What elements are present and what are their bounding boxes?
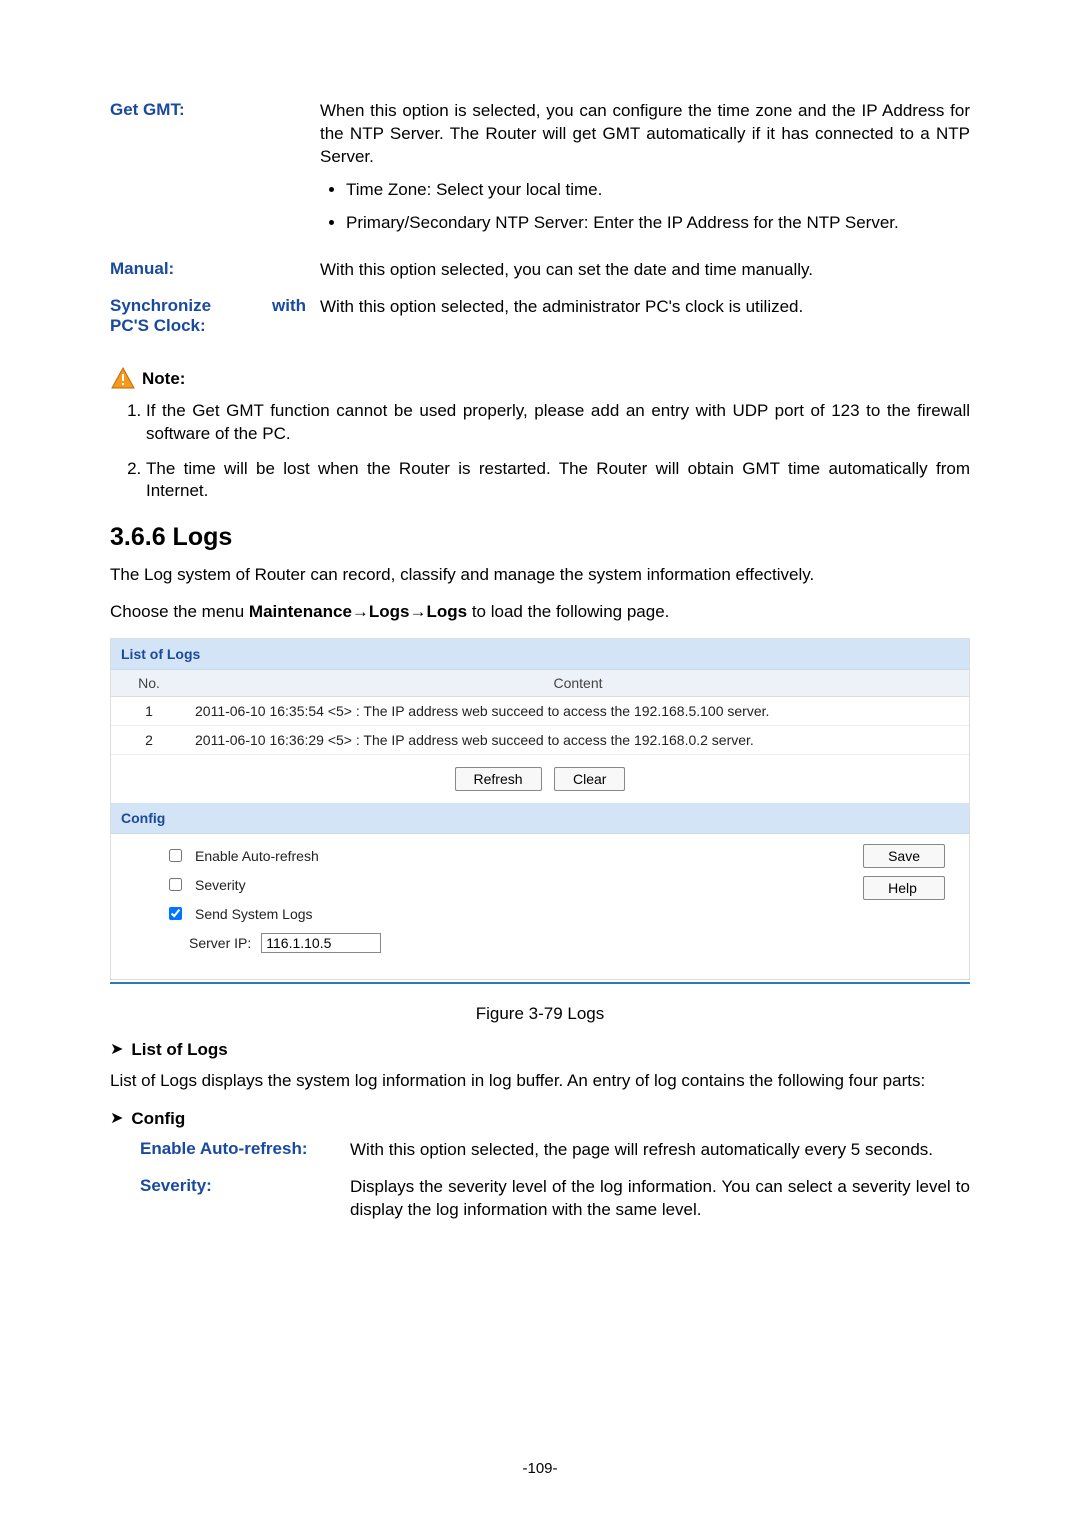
note-item-1: If the Get GMT function cannot be used p…	[146, 400, 970, 446]
get-gmt-body: When this option is selected, you can co…	[320, 100, 970, 245]
severity-def-body: Displays the severity level of the log i…	[350, 1176, 970, 1222]
panel-bottom-rule	[110, 982, 970, 984]
definition-get-gmt: Get GMT: When this option is selected, y…	[110, 100, 970, 245]
send-system-logs-label: Send System Logs	[195, 906, 313, 922]
table-row: 2 2011-06-10 16:36:29 <5> : The IP addre…	[111, 726, 969, 755]
chevron-right-icon: ➤	[110, 1108, 123, 1128]
list-of-logs-bar: List of Logs	[111, 639, 969, 670]
help-button[interactable]: Help	[863, 876, 945, 900]
sync-body: With this option selected, the administr…	[320, 296, 970, 336]
intro2-prefix: Choose the menu	[110, 602, 249, 621]
warning-icon	[110, 366, 136, 392]
enable-auto-refresh-label: Enable Auto-refresh	[195, 848, 319, 864]
sync-label-c: PC'S Clock:	[110, 316, 206, 335]
severity-label: Severity	[195, 877, 246, 893]
auto-refresh-body: With this option selected, the page will…	[350, 1139, 970, 1162]
sync-label-b: with	[272, 296, 306, 315]
logs-panel: List of Logs No. Content 1 2011-06-10 16…	[110, 638, 970, 980]
row-2-no: 2	[111, 726, 187, 755]
row-1-no: 1	[111, 697, 187, 726]
definition-sync: Synchronize PC'S Clock: with With this o…	[110, 296, 970, 336]
auto-refresh-label: Enable Auto-refresh:	[140, 1139, 350, 1162]
figure-caption: Figure 3-79 Logs	[110, 1004, 970, 1024]
config-bar: Config	[111, 803, 969, 834]
note-item-2: The time will be lost when the Router is…	[146, 458, 970, 504]
chevron-right-icon: ➤	[110, 1039, 123, 1059]
chevron-list-of-logs: ➤ List of Logs	[110, 1040, 970, 1060]
save-button[interactable]: Save	[863, 844, 945, 868]
sync-label: Synchronize PC'S Clock: with	[110, 296, 320, 336]
list-of-logs-body: List of Logs displays the system log inf…	[110, 1070, 970, 1093]
intro2-suffix: to load the following page.	[467, 602, 669, 621]
section-heading-logs: 3.6.6 Logs	[110, 523, 970, 552]
server-ip-label: Server IP:	[189, 935, 251, 951]
manual-label: Manual:	[110, 259, 320, 282]
row-1-content: 2011-06-10 16:35:54 <5> : The IP address…	[187, 697, 969, 726]
clear-button[interactable]: Clear	[554, 767, 625, 791]
logs-button-row: Refresh Clear	[111, 755, 969, 803]
note-block: Note: If the Get GMT function cannot be …	[110, 366, 970, 504]
get-gmt-body-text: When this option is selected, you can co…	[320, 100, 970, 169]
note-list: If the Get GMT function cannot be used p…	[110, 400, 970, 504]
get-gmt-label: Get GMT:	[110, 100, 320, 245]
severity-checkbox[interactable]	[169, 878, 182, 891]
enable-auto-refresh-checkbox[interactable]	[169, 849, 182, 862]
config-heading: Config	[131, 1109, 185, 1129]
sync-label-a: Synchronize	[110, 296, 211, 315]
logs-table: No. Content 1 2011-06-10 16:35:54 <5> : …	[111, 670, 969, 755]
chevron-config: ➤ Config	[110, 1109, 970, 1129]
row-2-content: 2011-06-10 16:36:29 <5> : The IP address…	[187, 726, 969, 755]
page-number: -109-	[0, 1460, 1080, 1477]
table-row: 1 2011-06-10 16:35:54 <5> : The IP addre…	[111, 697, 969, 726]
list-of-logs-heading: List of Logs	[131, 1040, 227, 1060]
severity-def-label: Severity:	[140, 1176, 350, 1222]
definition-auto-refresh: Enable Auto-refresh: With this option se…	[110, 1139, 970, 1162]
logs-intro-1: The Log system of Router can record, cla…	[110, 564, 970, 587]
col-content-header: Content	[187, 670, 969, 697]
server-ip-input[interactable]	[261, 933, 381, 953]
manual-body: With this option selected, you can set t…	[320, 259, 970, 282]
get-gmt-bullet-1: Time Zone: Select your local time.	[346, 179, 970, 202]
col-no-header: No.	[111, 670, 187, 697]
config-body: Save Help Enable Auto-refresh Severity S…	[111, 834, 969, 979]
send-system-logs-checkbox[interactable]	[169, 907, 182, 920]
definition-severity: Severity: Displays the severity level of…	[110, 1176, 970, 1222]
note-title: Note:	[142, 369, 185, 389]
get-gmt-bullets: Time Zone: Select your local time. Prima…	[320, 179, 970, 235]
get-gmt-bullet-2: Primary/Secondary NTP Server: Enter the …	[346, 212, 970, 235]
intro2-bold: Maintenance→Logs→Logs	[249, 602, 467, 621]
logs-intro-2: Choose the menu Maintenance→Logs→Logs to…	[110, 601, 970, 624]
refresh-button[interactable]: Refresh	[455, 767, 542, 791]
definition-manual: Manual: With this option selected, you c…	[110, 259, 970, 282]
